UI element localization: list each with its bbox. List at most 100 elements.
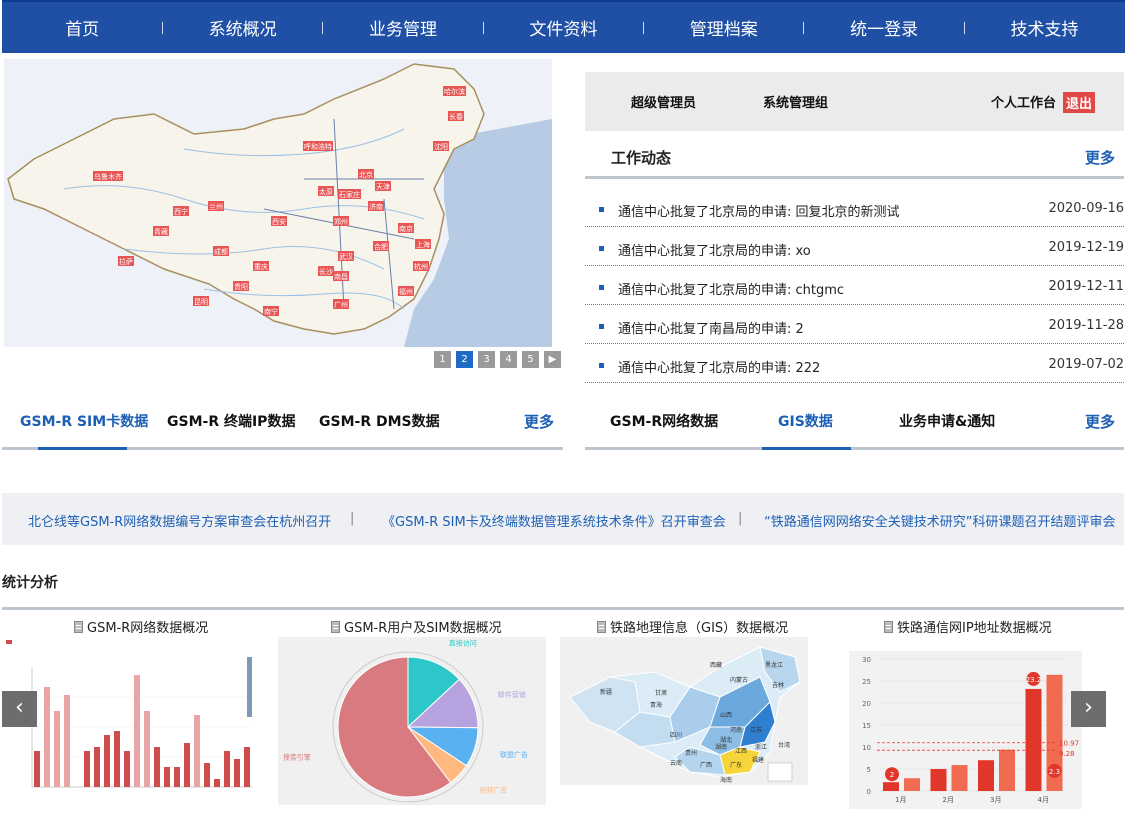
stats-divider — [2, 607, 1124, 610]
gis-region-label: 台湾 — [778, 741, 790, 749]
bar — [54, 711, 60, 787]
network-bar-chart[interactable] — [2, 637, 266, 805]
y-tick-label: 30 — [862, 656, 871, 664]
map-station-label: 拉萨 — [119, 257, 133, 266]
gis-heat-map-svg: 新疆 西藏青海 甘肃 内蒙古 黑龙江吉林山西河南四川湖北 江苏浙江 湖南江西 贵州云南 广西 广东… — [569, 646, 801, 794]
ticker-item[interactable]: 北仑线等GSM-R网络数据编号方案审查会在杭州召开 — [28, 511, 331, 530]
news-item[interactable]: 通信中心批复了北京局的申请: 222 2019-07-02 — [585, 344, 1124, 383]
carousel-prev-button[interactable]: ‹ — [2, 691, 37, 727]
news-item-date: 2019-07-02 — [1048, 357, 1124, 372]
tabs-right-more-link[interactable]: 更多 — [1085, 411, 1115, 432]
tab-network-data[interactable]: GSM-R网络数据 — [610, 411, 718, 431]
pager-page-3[interactable]: 3 — [478, 351, 495, 368]
map-station-label: 长沙 — [319, 267, 333, 276]
user-role: 超级管理员 — [631, 96, 697, 111]
y-tick-label: 15 — [862, 722, 871, 730]
bar — [234, 759, 240, 787]
news-item-text[interactable]: 通信中心批复了北京局的申请: chtgmc — [618, 279, 844, 298]
x-tick-label: 2月 — [943, 796, 954, 804]
nav-separator — [483, 22, 484, 34]
gis-region-label: 浙江 — [755, 743, 767, 751]
tab-gis-data[interactable]: GIS数据 — [778, 411, 833, 431]
news-item-text[interactable]: 通信中心批复了北京局的申请: 回复北京的新测试 — [618, 201, 900, 220]
tab-dms-data[interactable]: GSM-R DMS数据 — [319, 411, 440, 431]
top-nav: 首页 系统概况 业务管理 文件资料 管理档案 统一登录 技术支持 — [2, 0, 1125, 53]
x-tick-label: 1月 — [895, 796, 906, 804]
workbench-link[interactable]: 个人工作台 — [991, 92, 1056, 111]
tab-sim-data[interactable]: GSM-R SIM卡数据 — [20, 411, 148, 431]
nav-login[interactable]: 统一登录 — [804, 15, 964, 40]
card-title-ip: 铁路通信网IP地址数据概况 — [884, 617, 1052, 636]
news-item-text[interactable]: 通信中心批复了北京局的申请: 222 — [618, 357, 820, 376]
map-station-label: 广州 — [334, 300, 348, 309]
gis-region-label: 福建 — [752, 756, 764, 764]
slide-pager: 1 2 3 4 5 ▶ — [434, 351, 561, 368]
news-item[interactable]: 通信中心批复了南昌局的申请: 2 2019-11-28 — [585, 305, 1124, 344]
news-more-link[interactable]: 更多 — [1085, 147, 1115, 168]
active-tab-indicator — [38, 447, 127, 450]
bullet-icon — [599, 246, 604, 251]
ticker-separator: | — [350, 511, 355, 526]
bar — [194, 715, 200, 787]
sim-pie-chart[interactable]: 直接访问 邮件营销 联盟广告 视频广告 搜索引擎 — [278, 637, 546, 805]
tab-terminal-ip[interactable]: GSM-R 终端IP数据 — [167, 411, 295, 431]
map-station-label: 青藏 — [154, 227, 168, 236]
y-tick-label: 5 — [867, 766, 871, 774]
nav-separator — [643, 22, 644, 34]
nav-support[interactable]: 技术支持 — [964, 15, 1124, 40]
bar — [951, 765, 968, 791]
bar — [224, 751, 230, 787]
bar — [64, 695, 70, 787]
ticker-item[interactable]: “铁路通信网网络安全关键技术研究”科研课题召开结题评审会 — [764, 511, 1115, 530]
pager-next-icon[interactable]: ▶ — [544, 351, 561, 368]
nav-overview[interactable]: 系统概况 — [162, 15, 322, 40]
gis-region-label: 内蒙古 — [730, 676, 748, 684]
ip-bar-chart[interactable]: 0 5 10 15 20 25 30 1月 2月 3月 4月 10.97 9.28 2 23.2 2.3 — [849, 651, 1082, 809]
y-tick-label: 10 — [862, 744, 871, 752]
news-item[interactable]: 通信中心批复了北京局的申请: xo 2019-12-19 — [585, 227, 1124, 266]
gis-region-label: 湖北 — [720, 736, 732, 744]
news-title: 工作动态 — [611, 149, 672, 167]
news-item[interactable]: 通信中心批复了北京局的申请: 回复北京的新测试 2020-09-16 — [585, 188, 1124, 227]
bar — [204, 763, 210, 787]
pager-page-4[interactable]: 4 — [500, 351, 517, 368]
map-station-label: 南宁 — [264, 307, 278, 316]
bar — [883, 782, 899, 791]
bar — [144, 711, 150, 787]
carousel-next-button[interactable]: › — [1071, 691, 1106, 727]
railway-map-slide[interactable]: 北京 天津 郑州 武汉 广州 上海 南京 西安 兰州 成都 重庆 昆明 贵阳 南宁 南昌 长沙 杭州 福州 济南 太原… — [4, 59, 552, 347]
gis-heat-map[interactable]: 新疆 西藏 青海 甘肃 内蒙古 黑龙江 吉林 山西 河南 四川 湖北 江苏 浙江 湖南 江西 贵州 云南 广西 广东… — [560, 637, 808, 794]
news-item-text[interactable]: 通信中心批复了北京局的申请: xo — [618, 240, 811, 259]
tabs-left-more-link[interactable]: 更多 — [524, 411, 554, 432]
news-item-text[interactable]: 通信中心批复了南昌局的申请: 2 — [618, 318, 804, 337]
pager-page-5[interactable]: 5 — [522, 351, 539, 368]
sim-pie-chart-svg: 直接访问邮件营销联盟广告视频广告 搜索引擎 — [283, 639, 528, 803]
nav-archives[interactable]: 管理档案 — [644, 15, 804, 40]
news-header: 工作动态 更多 — [585, 131, 1124, 179]
map-station-label: 武汉 — [339, 252, 353, 261]
nav-separator — [964, 22, 965, 34]
news-item-date: 2019-12-11 — [1048, 279, 1124, 294]
pie-label: 联盟广告 — [500, 750, 528, 759]
map-station-label: 沈阳 — [434, 142, 448, 151]
ticker-item[interactable]: 《GSM-R SIM卡及终端数据管理系统技术条件》召开审查会 — [382, 511, 726, 530]
pager-page-1[interactable]: 1 — [434, 351, 451, 368]
map-station-label: 西安 — [272, 217, 286, 226]
pager-page-2[interactable]: 2 — [456, 351, 473, 368]
legend-gradient — [247, 657, 252, 717]
china-railway-map: 北京天津郑州武汉广州 上海南京 西安 兰州成都重庆昆明 贵阳南宁 南昌长沙 杭州福州 济南 太原… — [4, 59, 552, 347]
news-item-date: 2019-11-28 — [1048, 318, 1124, 333]
gis-region-label: 青海 — [650, 701, 662, 709]
news-item[interactable]: 通信中心批复了北京局的申请: chtgmc 2019-12-11 — [585, 266, 1124, 305]
card-title-gis: 铁路地理信息（GIS）数据概况 — [597, 617, 788, 636]
map-station-label: 昆明 — [194, 298, 208, 306]
nav-business[interactable]: 业务管理 — [323, 15, 483, 40]
nav-home[interactable]: 首页 — [2, 15, 162, 40]
tab-applications[interactable]: 业务申请&通知 — [899, 411, 995, 431]
logout-button[interactable]: 退出 — [1063, 92, 1096, 113]
ip-bar-chart-svg: 0 5 10 15 20 25 30 1月 2月 3月 4月 10.97 9.28 2 23.2 2.3 — [862, 656, 1079, 804]
gis-region-label: 甘肃 — [655, 689, 667, 697]
card-title-text: 铁路地理信息（GIS）数据概况 — [610, 621, 789, 636]
nav-files[interactable]: 文件资料 — [483, 15, 643, 40]
news-item-date: 2019-12-19 — [1048, 240, 1124, 255]
